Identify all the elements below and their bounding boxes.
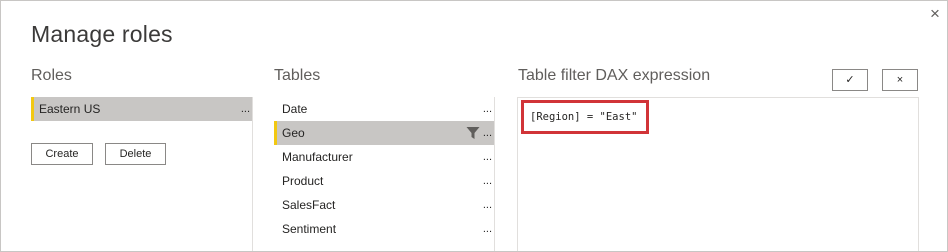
dialog-title: Manage roles xyxy=(31,21,173,47)
table-item-menu-button[interactable]: ... xyxy=(483,193,492,217)
table-item-geo[interactable]: Geo ... xyxy=(274,121,494,145)
table-item-label: Sentiment xyxy=(282,222,337,236)
table-item-label: Product xyxy=(282,174,324,188)
table-item-menu-button[interactable]: ... xyxy=(483,217,492,241)
table-item-label: Manufacturer xyxy=(282,150,353,164)
cancel-button[interactable]: × xyxy=(882,69,918,91)
manage-roles-dialog: × Manage roles Roles Eastern US ... Crea… xyxy=(0,0,948,252)
delete-button[interactable]: Delete xyxy=(105,143,166,165)
table-item-label: SalesFact xyxy=(282,198,336,212)
table-item-date[interactable]: Date ... xyxy=(274,97,494,121)
table-item-menu-button[interactable]: ... xyxy=(483,121,492,145)
table-item-menu-button[interactable]: ... xyxy=(483,145,492,169)
role-item-label: Eastern US xyxy=(39,102,101,116)
table-item-menu-button[interactable]: ... xyxy=(483,97,492,121)
table-item-menu-button[interactable]: ... xyxy=(483,169,492,193)
tables-list: Date ... Geo ... Manufacturer ... Produc… xyxy=(274,97,495,251)
filter-icon xyxy=(466,127,480,139)
close-icon[interactable]: × xyxy=(926,5,944,23)
table-item-product[interactable]: Product ... xyxy=(274,169,494,193)
confirm-button[interactable]: ✓ xyxy=(832,69,868,91)
expression-header: Table filter DAX expression xyxy=(518,67,711,84)
role-item-eastern-us[interactable]: Eastern US ... xyxy=(31,97,252,121)
table-item-label: Date xyxy=(282,102,308,116)
table-item-sentiment[interactable]: Sentiment ... xyxy=(274,217,494,241)
roles-list: Eastern US ... xyxy=(31,97,253,251)
table-item-label: Geo xyxy=(282,126,305,140)
create-button[interactable]: Create xyxy=(31,143,93,165)
roles-header: Roles xyxy=(31,67,72,84)
table-item-manufacturer[interactable]: Manufacturer ... xyxy=(274,145,494,169)
role-item-menu-button[interactable]: ... xyxy=(241,97,250,121)
dax-expression-text[interactable]: [Region] = "East" xyxy=(521,100,649,134)
table-item-salesfact[interactable]: SalesFact ... xyxy=(274,193,494,217)
tables-header: Tables xyxy=(274,67,321,84)
